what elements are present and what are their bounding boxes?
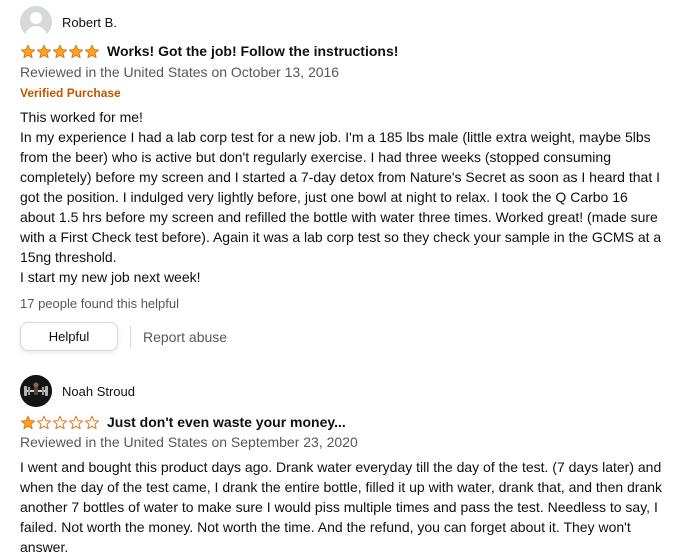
report-abuse-link[interactable]: Report abuse [143,329,227,345]
review-paragraph: I went and bought this product days ago.… [20,459,663,555]
star-filled-icon [36,44,52,58]
profile-photo-icon [20,375,52,407]
review-date: Reviewed in the United States on October… [20,64,340,80]
review-date: Reviewed in the United States on Septemb… [20,434,358,450]
star-empty-icon [84,415,100,429]
review-body: I went and bought this product days ago.… [20,457,666,557]
star-empty-icon [68,415,84,429]
verified-purchase-badge[interactable]: Verified Purchase [20,86,121,100]
review-paragraph: I start my new job next week! [20,269,201,285]
star-filled-icon [20,44,36,58]
review-title[interactable]: Just don't even waste your money... [107,414,346,430]
review-actions: Helpful Report abuse [20,322,227,351]
review-title[interactable]: Works! Got the job! Follow the instructi… [107,43,398,59]
star-filled-icon [20,415,36,429]
default-avatar-icon [20,6,52,38]
action-divider [130,325,131,348]
star-rating[interactable] [20,415,100,430]
review-title-row: Works! Got the job! Follow the instructi… [20,43,398,59]
star-empty-icon [52,415,68,429]
reviewer-name[interactable]: Noah Stroud [62,384,135,399]
review-body: This worked for me! In my experience I h… [20,107,666,287]
reviewer-profile[interactable]: Noah Stroud [20,375,135,407]
review-paragraph: This worked for me! [20,109,143,125]
reviewer-profile[interactable]: Robert B. [20,6,117,38]
star-rating[interactable] [20,44,100,59]
helpful-button[interactable]: Helpful [20,322,118,351]
helpful-count: 17 people found this helpful [20,296,180,311]
star-filled-icon [52,44,68,58]
star-filled-icon [84,44,100,58]
review-paragraph: In my experience I had a lab corp test f… [20,129,662,265]
star-empty-icon [36,415,52,429]
reviewer-name[interactable]: Robert B. [62,15,117,30]
review-title-row: Just don't even waste your money... [20,414,346,430]
star-filled-icon [68,44,84,58]
